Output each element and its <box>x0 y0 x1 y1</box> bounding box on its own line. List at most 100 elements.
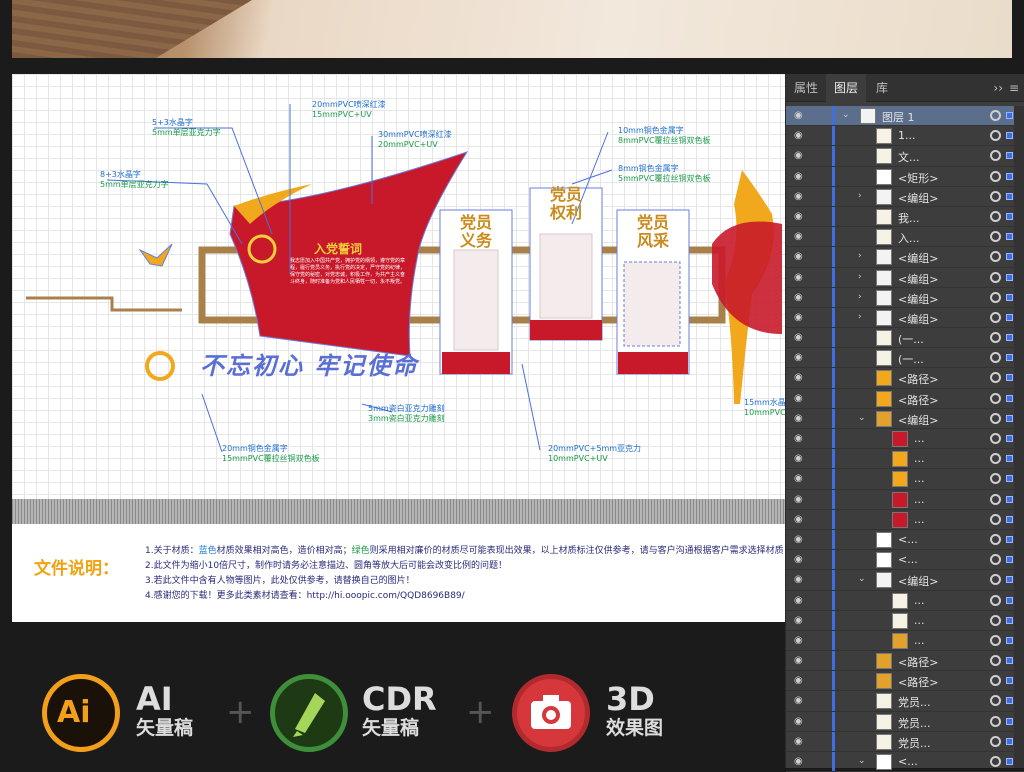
target-icon[interactable] <box>990 756 1001 767</box>
selection-indicator[interactable] <box>1006 435 1013 442</box>
selection-indicator[interactable] <box>1006 576 1013 584</box>
selection-indicator[interactable] <box>1006 515 1013 523</box>
visibility-eye-icon[interactable]: ◉ <box>794 413 808 425</box>
visibility-eye-icon[interactable]: ◉ <box>794 191 808 203</box>
layer-name[interactable]: <编组> <box>898 573 938 589</box>
layer-row[interactable]: ◉ <... <box>786 550 1024 571</box>
layer-name[interactable]: <编组> <box>898 291 938 307</box>
layer-name[interactable]: <路径> <box>898 674 938 690</box>
target-icon[interactable] <box>990 311 1001 323</box>
layer-row[interactable]: ◉ <路径> <box>786 651 1024 672</box>
selection-indicator[interactable] <box>1006 657 1013 665</box>
target-icon[interactable] <box>990 412 1001 424</box>
visibility-eye-icon[interactable]: ◉ <box>794 150 808 162</box>
layer-name[interactable]: <... <box>898 553 918 566</box>
target-icon[interactable] <box>990 655 1001 667</box>
layer-row[interactable]: ◉ (一... <box>786 348 1024 369</box>
target-icon[interactable] <box>990 554 1001 566</box>
visibility-eye-icon[interactable]: ◉ <box>794 453 808 465</box>
expand-toggle-icon[interactable]: ⌄ <box>858 756 866 766</box>
panel-menu-icon[interactable]: ≡ <box>1009 74 1019 102</box>
target-icon[interactable] <box>990 231 1001 243</box>
selection-indicator[interactable] <box>1006 535 1013 543</box>
visibility-eye-icon[interactable]: ◉ <box>794 595 808 607</box>
layer-row[interactable]: ◉... <box>786 489 1024 510</box>
layer-name[interactable]: <路径> <box>898 371 938 387</box>
visibility-eye-icon[interactable]: ◉ <box>794 352 808 364</box>
layer-name[interactable]: (一... <box>898 351 924 367</box>
layer-row[interactable]: ◉... <box>786 449 1024 470</box>
layer-row[interactable]: ◉ › <编组> <box>786 267 1024 288</box>
target-icon[interactable] <box>990 695 1001 707</box>
layer-row[interactable]: ◉ <路径> <box>786 368 1024 389</box>
selection-indicator[interactable] <box>1006 737 1013 745</box>
layer-row[interactable]: ◉... <box>786 429 1024 450</box>
selection-indicator[interactable] <box>1006 192 1013 200</box>
layer-name[interactable]: (一... <box>898 331 924 347</box>
selection-indicator[interactable] <box>1006 313 1013 321</box>
target-icon[interactable] <box>990 392 1001 404</box>
visibility-eye-icon[interactable]: ◉ <box>794 635 808 647</box>
visibility-eye-icon[interactable]: ◉ <box>794 534 808 546</box>
layer-name[interactable]: <编组> <box>898 250 938 266</box>
target-icon[interactable] <box>990 332 1001 344</box>
visibility-eye-icon[interactable]: ◉ <box>794 473 808 485</box>
layer-row[interactable]: ◉... <box>786 469 1024 490</box>
layer-row[interactable]: ◉ › <编组> <box>786 287 1024 308</box>
target-icon[interactable] <box>990 210 1001 222</box>
expand-toggle-icon[interactable]: ⌄ <box>842 110 850 120</box>
visibility-eye-icon[interactable]: ◉ <box>794 171 808 183</box>
layer-name[interactable]: 文... <box>898 149 920 165</box>
layer-row[interactable]: ◉ ⌄ <... <box>786 752 1024 772</box>
visibility-eye-icon[interactable]: ◉ <box>794 615 808 627</box>
selection-indicator[interactable] <box>1006 293 1013 301</box>
visibility-eye-icon[interactable]: ◉ <box>794 312 808 324</box>
target-icon[interactable] <box>990 352 1001 364</box>
visibility-eye-icon[interactable]: ◉ <box>794 655 808 667</box>
layer-row[interactable]: ◉ 入... <box>786 227 1024 248</box>
selection-indicator[interactable] <box>1006 697 1013 705</box>
target-icon[interactable] <box>990 190 1001 202</box>
layer-row[interactable]: ◉ (一... <box>786 328 1024 349</box>
layer-name[interactable]: <编组> <box>898 271 938 287</box>
target-icon[interactable] <box>990 513 1001 525</box>
layer-name[interactable]: <矩形> <box>898 170 938 186</box>
target-icon[interactable] <box>990 675 1001 687</box>
visibility-eye-icon[interactable]: ◉ <box>794 494 808 506</box>
selection-indicator[interactable] <box>1006 233 1013 241</box>
visibility-eye-icon[interactable]: ◉ <box>794 756 808 768</box>
selection-indicator[interactable] <box>1006 556 1013 564</box>
layer-name[interactable]: 图层 1 <box>882 109 915 125</box>
target-icon[interactable] <box>990 150 1001 162</box>
selection-indicator[interactable] <box>1006 212 1013 220</box>
visibility-eye-icon[interactable]: ◉ <box>794 272 808 284</box>
layer-row[interactable]: ◉ ⌄ 图层 1 <box>786 106 1024 127</box>
tab-layers[interactable]: 图层 <box>826 74 867 102</box>
layer-name[interactable]: ... <box>914 472 925 485</box>
selection-indicator[interactable] <box>1006 374 1013 382</box>
expand-toggle-icon[interactable]: › <box>858 272 862 282</box>
expand-toggle-icon[interactable]: ⌄ <box>858 574 866 584</box>
layer-name[interactable]: 我... <box>898 210 920 226</box>
selection-indicator[interactable] <box>1006 354 1013 362</box>
layer-row[interactable]: ◉ 文... <box>786 146 1024 167</box>
selection-indicator[interactable] <box>1006 132 1013 140</box>
expand-panel-icon[interactable]: ›› <box>993 74 1003 102</box>
layer-name[interactable]: ... <box>914 614 925 627</box>
layer-row[interactable]: ◉ <... <box>786 529 1024 551</box>
layer-name[interactable]: <编组> <box>898 412 938 428</box>
layer-row[interactable]: ◉... <box>786 610 1024 631</box>
target-icon[interactable] <box>990 170 1001 182</box>
selection-indicator[interactable] <box>1006 616 1013 624</box>
layer-row[interactable]: ◉ <矩形> <box>786 166 1024 187</box>
selection-indicator[interactable] <box>1006 112 1013 119</box>
layer-name[interactable]: <... <box>898 533 918 546</box>
target-icon[interactable] <box>990 110 1001 121</box>
visibility-eye-icon[interactable]: ◉ <box>794 292 808 304</box>
expand-toggle-icon[interactable]: › <box>858 292 862 302</box>
visibility-eye-icon[interactable]: ◉ <box>794 695 808 707</box>
target-icon[interactable] <box>990 473 1001 485</box>
layer-row[interactable]: ◉ <路径> <box>786 671 1024 692</box>
target-icon[interactable] <box>990 251 1001 263</box>
layer-row[interactable]: ◉ › <编组> <box>786 247 1024 268</box>
